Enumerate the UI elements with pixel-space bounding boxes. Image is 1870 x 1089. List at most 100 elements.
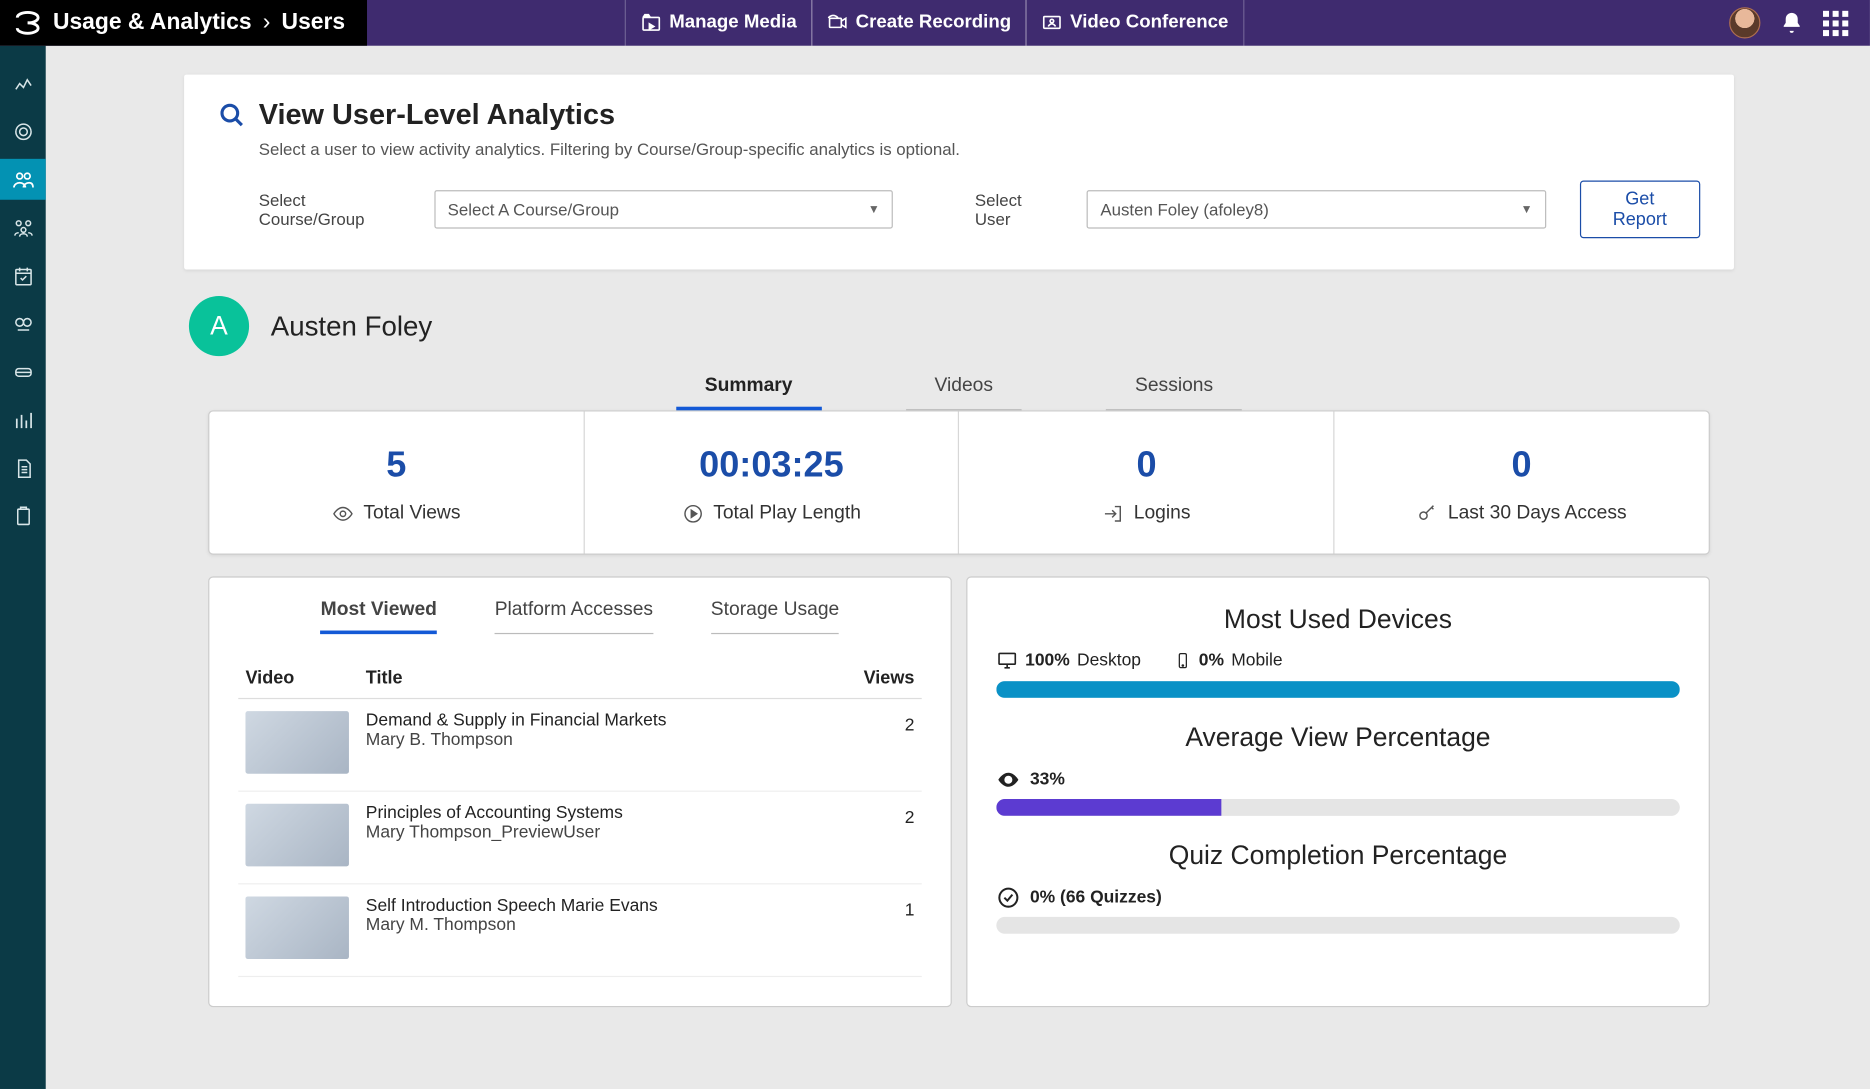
stat-label: Total Play Length (713, 503, 861, 525)
desktop-icon (996, 650, 1018, 672)
most-viewed-panel: Most Viewed Platform Accesses Storage Us… (208, 576, 952, 1007)
sub-tab-storage-usage[interactable]: Storage Usage (711, 599, 839, 634)
chevron-down-icon: ▼ (868, 203, 880, 216)
stat-label: Last 30 Days Access (1448, 503, 1627, 525)
course-group-select[interactable]: Select A Course/Group ▼ (434, 190, 893, 229)
most-viewed-table: Video Title Views Demand & Supply in Fin… (238, 658, 921, 977)
breadcrumb-page[interactable]: Users (282, 10, 346, 35)
devices-progress (996, 681, 1679, 698)
mobile-label: Mobile (1231, 651, 1282, 670)
main-content: View User-Level Analytics Select a user … (46, 46, 1870, 1089)
mobile-icon (1175, 650, 1192, 672)
search-icon (218, 101, 247, 130)
nav-document-icon[interactable] (0, 448, 46, 489)
video-thumbnail (245, 896, 348, 959)
quiz-progress (996, 917, 1679, 934)
video-views: 2 (837, 791, 921, 884)
quiz-completion-text: 0% (66 Quizzes) (1030, 888, 1162, 907)
breadcrumb-section[interactable]: Usage & Analytics (53, 10, 252, 35)
nav-search-icon[interactable] (0, 303, 46, 344)
header-right (1729, 7, 1870, 38)
devices-title: Most Used Devices (996, 604, 1679, 635)
nav-users-icon[interactable] (0, 159, 46, 200)
metrics-panel: Most Used Devices 100% Desktop 0% Mobile… (966, 576, 1710, 1007)
check-circle-icon (996, 886, 1020, 910)
sub-tab-platform-accesses[interactable]: Platform Accesses (495, 599, 653, 634)
stat-total-views: 5 Total Views (209, 412, 584, 554)
video-title: Self Introduction Speech Marie Evans (366, 896, 830, 915)
report-tabs: Summary Videos Sessions (184, 368, 1734, 410)
stat-logins: 0 Logins (960, 412, 1335, 554)
devices-progress-fill (996, 681, 1679, 698)
stat-value: 0 (1512, 445, 1532, 486)
nav-dashboard-icon[interactable] (0, 63, 46, 104)
nav-storage-icon[interactable] (0, 351, 46, 392)
tab-sessions[interactable]: Sessions (1106, 368, 1242, 410)
video-views: 1 (837, 884, 921, 977)
user-select-value: Austen Foley (afoley8) (1100, 200, 1269, 219)
video-author: Mary Thompson_PreviewUser (366, 823, 830, 842)
filter-card: View User-Level Analytics Select a user … (184, 75, 1734, 270)
tab-summary[interactable]: Summary (676, 368, 822, 410)
breadcrumb-container: Usage & Analytics › Users (0, 0, 367, 46)
page-title: View User-Level Analytics (259, 99, 615, 133)
video-thumbnail (245, 711, 348, 774)
table-row[interactable]: Self Introduction Speech Marie Evans Mar… (238, 884, 921, 977)
notifications-icon[interactable] (1780, 11, 1804, 35)
tab-videos[interactable]: Videos (906, 368, 1022, 410)
stat-value: 0 (1136, 445, 1156, 486)
key-icon (1417, 503, 1439, 525)
selected-user-header: A Austen Foley (189, 296, 1734, 356)
quiz-title: Quiz Completion Percentage (996, 840, 1679, 871)
video-author: Mary B. Thompson (366, 730, 830, 749)
course-group-label: Select Course/Group (259, 190, 401, 229)
stat-label: Logins (1134, 503, 1191, 525)
video-views: 2 (837, 699, 921, 792)
login-icon (1102, 503, 1124, 525)
stat-value: 5 (386, 445, 406, 486)
video-conference-button[interactable]: Video Conference (1026, 0, 1244, 46)
course-group-value: Select A Course/Group (448, 200, 619, 219)
video-title: Principles of Accounting Systems (366, 804, 830, 823)
user-select[interactable]: Austen Foley (afoley8) ▼ (1087, 190, 1546, 229)
breadcrumb[interactable]: Usage & Analytics › Users (53, 10, 345, 36)
top-action-label: Create Recording (856, 12, 1011, 34)
video-thumbnail (245, 804, 348, 867)
desktop-label: Desktop (1077, 651, 1141, 670)
eye-icon (996, 768, 1020, 792)
col-video: Video (238, 658, 358, 698)
sub-tab-most-viewed[interactable]: Most Viewed (321, 599, 437, 634)
eye-icon (332, 503, 354, 525)
desktop-percent: 100% (1025, 651, 1070, 670)
nav-groups-icon[interactable] (0, 207, 46, 248)
create-recording-button[interactable]: Create Recording (811, 0, 1027, 46)
panel-sub-tabs: Most Viewed Platform Accesses Storage Us… (238, 599, 921, 634)
nav-calendar-icon[interactable] (0, 255, 46, 296)
top-header: Usage & Analytics › Users Manage Media C… (0, 0, 1870, 46)
breadcrumb-separator: › (263, 10, 271, 35)
play-icon (682, 503, 704, 525)
user-display-name: Austen Foley (271, 310, 433, 342)
video-title: Demand & Supply in Financial Markets (366, 711, 830, 730)
left-nav-rail (0, 46, 46, 1089)
summary-stats: 5 Total Views 00:03:25 Total Play Length… (208, 410, 1710, 554)
nav-target-icon[interactable] (0, 111, 46, 152)
top-action-label: Video Conference (1070, 12, 1228, 34)
apps-grid-icon[interactable] (1823, 10, 1848, 35)
nav-clipboard-icon[interactable] (0, 496, 46, 537)
avg-view-progress-fill (996, 799, 1222, 816)
get-report-button[interactable]: Get Report (1580, 180, 1701, 238)
user-initial-avatar: A (189, 296, 249, 356)
avg-view-percent: 33% (1030, 770, 1065, 789)
top-action-label: Manage Media (669, 12, 796, 34)
nav-chart-icon[interactable] (0, 399, 46, 440)
table-row[interactable]: Demand & Supply in Financial Markets Mar… (238, 699, 921, 792)
video-author: Mary M. Thompson (366, 916, 830, 935)
chevron-down-icon: ▼ (1521, 203, 1533, 216)
top-actions: Manage Media Create Recording Video Conf… (626, 0, 1244, 46)
user-avatar-icon[interactable] (1729, 7, 1760, 38)
table-row[interactable]: Principles of Accounting Systems Mary Th… (238, 791, 921, 884)
stat-label: Total Views (363, 503, 460, 525)
manage-media-button[interactable]: Manage Media (625, 0, 813, 46)
stat-value: 00:03:25 (699, 445, 844, 486)
